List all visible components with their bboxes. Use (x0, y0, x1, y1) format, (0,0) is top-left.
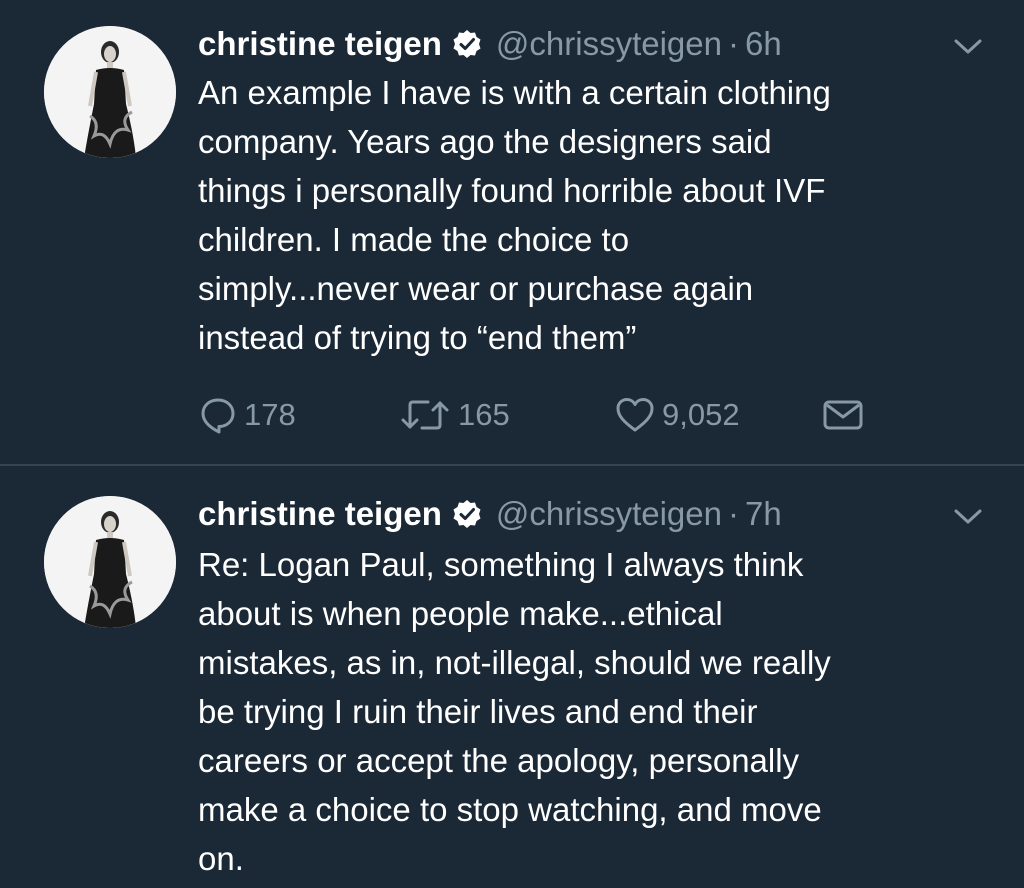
author-name[interactable]: christine teigen (198, 495, 442, 533)
chevron-down-icon[interactable] (948, 504, 988, 530)
heart-icon (616, 398, 654, 432)
timestamp[interactable]: 6h (745, 25, 782, 63)
tweet-header: christine teigen @chrissyteigen · 7h (198, 492, 782, 536)
timestamp[interactable]: 7h (745, 495, 782, 533)
chevron-down-icon[interactable] (948, 34, 988, 60)
reply-icon (201, 398, 235, 434)
envelope-icon (823, 400, 863, 430)
avatar[interactable] (44, 26, 176, 158)
tweet-text-line: instead of trying to “end them” (198, 319, 637, 356)
verified-badge-icon (452, 29, 482, 59)
tweet-text-line: children. I made the choice to (198, 221, 630, 258)
tweet[interactable]: christine teigen @chrissyteigen · 6h An … (0, 0, 1024, 464)
separator-dot: · (727, 25, 739, 62)
tweet-text: Re: Logan Paul, something I always think… (198, 540, 998, 883)
like-button[interactable]: 9,052 (614, 390, 740, 440)
tweet-text-line: things i personally found horrible about… (198, 172, 826, 209)
profile-photo-icon (44, 496, 176, 628)
retweet-icon (401, 400, 449, 430)
tweet-actions: 178 165 9,052 (198, 390, 898, 440)
tweet-text-line: be trying I ruin their lives and end the… (198, 693, 758, 730)
tweet-text-line: about is when people make...ethical (198, 595, 723, 632)
author-name[interactable]: christine teigen (198, 25, 442, 63)
reply-count: 178 (244, 397, 296, 432)
retweet-button[interactable]: 165 (398, 390, 510, 440)
tweet[interactable]: christine teigen @chrissyteigen · 7h Re:… (0, 466, 1024, 888)
tweet-text-line: make a choice to stop watching, and move (198, 791, 822, 828)
tweet-text: An example I have is with a certain clot… (198, 68, 998, 362)
tweet-text-line: careers or accept the apology, personall… (198, 742, 800, 779)
like-count: 9,052 (662, 397, 740, 432)
avatar[interactable] (44, 496, 176, 628)
author-handle[interactable]: @chrissyteigen (496, 495, 722, 533)
tweet-text-line: on. (198, 840, 244, 877)
profile-photo-icon (44, 26, 176, 158)
direct-message-button[interactable] (822, 390, 870, 440)
retweet-count: 165 (458, 397, 510, 432)
separator-dot: · (727, 495, 739, 532)
tweet-text-line: company. Years ago the designers said (198, 123, 772, 160)
tweet-text-line: An example I have is with a certain clot… (198, 74, 831, 111)
tweet-text-line: simply...never wear or purchase again (198, 270, 754, 307)
tweet-text-line: mistakes, as in, not-illegal, should we … (198, 644, 831, 681)
tweet-text-line: Re: Logan Paul, something I always think (198, 546, 804, 583)
tweet-header: christine teigen @chrissyteigen · 6h (198, 22, 782, 66)
verified-badge-icon (452, 499, 482, 529)
reply-button[interactable]: 178 (198, 390, 296, 440)
author-handle[interactable]: @chrissyteigen (496, 25, 722, 63)
